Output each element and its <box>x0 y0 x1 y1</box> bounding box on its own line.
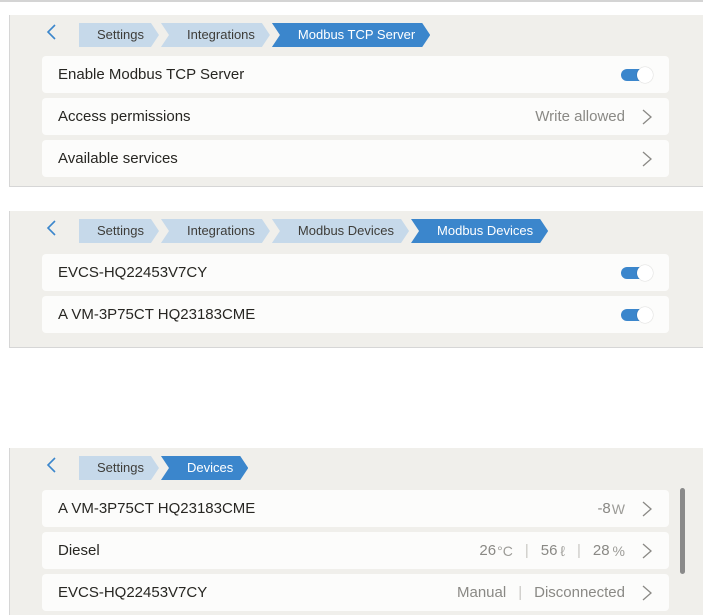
level-unit: % <box>612 542 625 559</box>
row-label: A VM-3P75CT HQ23183CME <box>58 500 256 517</box>
power-value: -8 <box>597 500 611 517</box>
enable-modbus-toggle[interactable] <box>621 66 653 83</box>
row-label: A VM-3P75CT HQ23183CME <box>58 306 256 323</box>
status-value: Disconnected <box>534 584 625 601</box>
device-enable-toggle[interactable] <box>621 264 653 281</box>
breadcrumb-devices[interactable]: Devices <box>161 456 248 480</box>
breadcrumb-modbus-tcp-server[interactable]: Modbus TCP Server <box>272 23 430 47</box>
chevron-right-icon <box>641 150 653 168</box>
breadcrumb-settings[interactable]: Settings <box>79 456 159 480</box>
enable-modbus-tcp-row[interactable]: Enable Modbus TCP Server <box>42 56 669 93</box>
temperature-value: 26 <box>479 542 497 559</box>
row-label: Available services <box>58 150 178 167</box>
row-label: EVCS-HQ22453V7CY <box>58 584 208 601</box>
device-row-vm[interactable]: A VM-3P75CT HQ23183CME -8 W <box>42 490 669 527</box>
device-row-diesel[interactable]: Diesel 26 °C | 56 ℓ | 28% <box>42 532 669 569</box>
power-unit: W <box>611 500 625 517</box>
chevron-left-icon <box>46 220 56 236</box>
level-value: 28 <box>592 542 610 559</box>
breadcrumb-integrations[interactable]: Integrations <box>161 23 270 47</box>
modbus-tcp-server-panel: Settings Integrations Modbus TCP Server … <box>9 15 703 187</box>
chevron-left-icon <box>46 24 56 40</box>
scrollbar[interactable] <box>680 488 685 574</box>
temperature-unit: °C <box>497 542 513 559</box>
row-label: Diesel <box>58 542 100 559</box>
device-row-evcs[interactable]: EVCS-HQ22453V7CY <box>42 254 669 291</box>
modbus-devices-panel: Settings Integrations Modbus Devices Mod… <box>9 211 703 348</box>
breadcrumb: Settings Integrations Modbus TCP Server <box>79 23 432 47</box>
chevron-right-icon <box>641 584 653 602</box>
breadcrumb-integrations[interactable]: Integrations <box>161 219 270 243</box>
separator: | <box>576 542 581 559</box>
breadcrumb-settings[interactable]: Settings <box>79 219 159 243</box>
chevron-right-icon <box>641 500 653 518</box>
top-divider <box>0 0 703 2</box>
volume-unit: ℓ <box>560 542 565 559</box>
row-label: Enable Modbus TCP Server <box>58 66 245 83</box>
separator: | <box>518 584 523 601</box>
devices-panel: Settings Devices A VM-3P75CT HQ23183CME … <box>9 448 703 615</box>
breadcrumb-modbus-devices[interactable]: Modbus Devices <box>272 219 409 243</box>
back-button[interactable] <box>44 457 60 473</box>
row-label: Access permissions <box>58 108 191 125</box>
back-button[interactable] <box>44 220 60 236</box>
chevron-right-icon <box>641 542 653 560</box>
access-permissions-row[interactable]: Access permissions Write allowed <box>42 98 669 135</box>
device-row-vm[interactable]: A VM-3P75CT HQ23183CME <box>42 296 669 333</box>
chevron-left-icon <box>46 457 56 473</box>
back-button[interactable] <box>44 24 60 40</box>
breadcrumb: Settings Devices <box>79 456 250 480</box>
device-row-evcs[interactable]: EVCS-HQ22453V7CY Manual | Disconnected <box>42 574 669 611</box>
breadcrumb-settings[interactable]: Settings <box>79 23 159 47</box>
access-permissions-value: Write allowed <box>535 108 625 125</box>
breadcrumb-modbus-devices-current[interactable]: Modbus Devices <box>411 219 548 243</box>
mode-value: Manual <box>457 584 507 601</box>
volume-value: 56 <box>540 542 558 559</box>
row-label: EVCS-HQ22453V7CY <box>58 264 208 281</box>
device-enable-toggle[interactable] <box>621 306 653 323</box>
available-services-row[interactable]: Available services <box>42 140 669 177</box>
chevron-right-icon <box>641 108 653 126</box>
breadcrumb: Settings Integrations Modbus Devices Mod… <box>79 219 550 243</box>
separator: | <box>524 542 529 559</box>
